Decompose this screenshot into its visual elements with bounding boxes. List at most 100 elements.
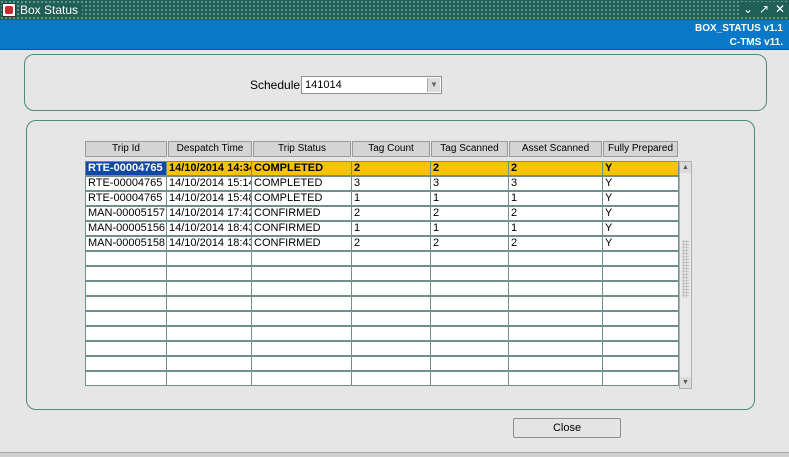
cell-fully-prepared[interactable]: Y: [602, 236, 679, 251]
maximize-icon[interactable]: ↗: [757, 2, 771, 17]
cell-fully-prepared[interactable]: [602, 281, 679, 296]
cell-asset-scanned[interactable]: 2: [508, 161, 603, 176]
column-header-trip-id[interactable]: Trip Id: [85, 141, 167, 157]
cell-trip-id[interactable]: [85, 266, 167, 281]
cell-trip-status[interactable]: [251, 311, 352, 326]
cell-tag-count[interactable]: 2: [351, 161, 431, 176]
cell-trip-status[interactable]: CONFIRMED: [251, 206, 352, 221]
cell-trip-id[interactable]: [85, 341, 167, 356]
column-header-tag-count[interactable]: Tag Count: [352, 141, 430, 157]
cell-fully-prepared[interactable]: [602, 356, 679, 371]
cell-tag-scanned[interactable]: [430, 296, 509, 311]
cell-tag-count[interactable]: 3: [351, 176, 431, 191]
cell-trip-status[interactable]: CONFIRMED: [251, 221, 352, 236]
cell-despatch-time[interactable]: [166, 266, 252, 281]
cell-despatch-time[interactable]: [166, 296, 252, 311]
minimize-icon[interactable]: ⌄: [741, 2, 755, 17]
cell-tag-count[interactable]: [351, 266, 431, 281]
cell-asset-scanned[interactable]: [508, 356, 603, 371]
cell-trip-status[interactable]: [251, 296, 352, 311]
cell-tag-count[interactable]: [351, 311, 431, 326]
cell-trip-status[interactable]: [251, 326, 352, 341]
cell-asset-scanned[interactable]: 1: [508, 191, 603, 206]
cell-asset-scanned[interactable]: 2: [508, 206, 603, 221]
cell-despatch-time[interactable]: 14/10/2014 17:42: [166, 206, 252, 221]
cell-tag-count[interactable]: [351, 356, 431, 371]
cell-trip-status[interactable]: [251, 371, 352, 386]
cell-fully-prepared[interactable]: Y: [602, 206, 679, 221]
cell-tag-count[interactable]: 2: [351, 236, 431, 251]
cell-asset-scanned[interactable]: [508, 296, 603, 311]
cell-trip-id[interactable]: RTE-00004765: [85, 161, 167, 176]
cell-fully-prepared[interactable]: Y: [602, 176, 679, 191]
cell-trip-id[interactable]: [85, 281, 167, 296]
cell-tag-count[interactable]: [351, 341, 431, 356]
cell-despatch-time[interactable]: [166, 281, 252, 296]
column-header-trip-status[interactable]: Trip Status: [253, 141, 351, 157]
cell-despatch-time[interactable]: 14/10/2014 18:43: [166, 236, 252, 251]
cell-asset-scanned[interactable]: [508, 251, 603, 266]
cell-fully-prepared[interactable]: [602, 296, 679, 311]
cell-trip-id[interactable]: RTE-00004765: [85, 176, 167, 191]
cell-tag-scanned[interactable]: 1: [430, 221, 509, 236]
cell-tag-scanned[interactable]: [430, 311, 509, 326]
cell-tag-count[interactable]: 1: [351, 191, 431, 206]
cell-trip-id[interactable]: RTE-00004765: [85, 191, 167, 206]
cell-trip-status[interactable]: COMPLETED: [251, 176, 352, 191]
cell-trip-status[interactable]: COMPLETED: [251, 191, 352, 206]
cell-despatch-time[interactable]: [166, 371, 252, 386]
cell-despatch-time[interactable]: [166, 341, 252, 356]
cell-asset-scanned[interactable]: 1: [508, 221, 603, 236]
cell-trip-status[interactable]: [251, 341, 352, 356]
cell-asset-scanned[interactable]: [508, 371, 603, 386]
cell-fully-prepared[interactable]: [602, 311, 679, 326]
cell-trip-id[interactable]: MAN-00005156: [85, 221, 167, 236]
cell-despatch-time[interactable]: 14/10/2014 15:14: [166, 176, 252, 191]
cell-tag-count[interactable]: 2: [351, 206, 431, 221]
cell-tag-scanned[interactable]: [430, 281, 509, 296]
cell-tag-count[interactable]: [351, 251, 431, 266]
cell-asset-scanned[interactable]: [508, 326, 603, 341]
cell-despatch-time[interactable]: 14/10/2014 14:34: [166, 161, 252, 176]
cell-tag-count[interactable]: 1: [351, 221, 431, 236]
cell-asset-scanned[interactable]: [508, 311, 603, 326]
cell-tag-scanned[interactable]: 2: [430, 236, 509, 251]
column-header-asset-scanned[interactable]: Asset Scanned: [509, 141, 602, 157]
cell-trip-id[interactable]: [85, 311, 167, 326]
cell-tag-scanned[interactable]: [430, 251, 509, 266]
cell-trip-status[interactable]: CONFIRMED: [251, 236, 352, 251]
cell-fully-prepared[interactable]: [602, 371, 679, 386]
scroll-down-icon[interactable]: ▼: [680, 377, 691, 388]
cell-fully-prepared[interactable]: [602, 266, 679, 281]
cell-trip-id[interactable]: MAN-00005157: [85, 206, 167, 221]
cell-despatch-time[interactable]: 14/10/2014 18:43: [166, 221, 252, 236]
cell-trip-id[interactable]: [85, 356, 167, 371]
cell-trip-status[interactable]: [251, 251, 352, 266]
cell-tag-scanned[interactable]: 2: [430, 161, 509, 176]
close-icon[interactable]: ✕: [773, 2, 787, 17]
cell-trip-id[interactable]: [85, 296, 167, 311]
cell-tag-count[interactable]: [351, 371, 431, 386]
cell-tag-count[interactable]: [351, 326, 431, 341]
close-button[interactable]: Close: [513, 418, 621, 438]
schedule-select[interactable]: 141014 ▼: [301, 76, 442, 94]
cell-tag-scanned[interactable]: [430, 266, 509, 281]
cell-despatch-time[interactable]: [166, 326, 252, 341]
cell-trip-status[interactable]: [251, 356, 352, 371]
cell-tag-count[interactable]: [351, 281, 431, 296]
cell-tag-scanned[interactable]: 3: [430, 176, 509, 191]
column-header-tag-scanned[interactable]: Tag Scanned: [431, 141, 508, 157]
cell-asset-scanned[interactable]: 3: [508, 176, 603, 191]
cell-trip-id[interactable]: [85, 326, 167, 341]
column-header-fully-prepared[interactable]: Fully Prepared: [603, 141, 678, 157]
cell-despatch-time[interactable]: [166, 356, 252, 371]
cell-fully-prepared[interactable]: [602, 341, 679, 356]
chevron-down-icon[interactable]: ▼: [427, 78, 440, 92]
cell-asset-scanned[interactable]: 2: [508, 236, 603, 251]
cell-tag-scanned[interactable]: [430, 371, 509, 386]
cell-tag-scanned[interactable]: [430, 341, 509, 356]
cell-asset-scanned[interactable]: [508, 266, 603, 281]
cell-tag-scanned[interactable]: 2: [430, 206, 509, 221]
cell-trip-id[interactable]: [85, 371, 167, 386]
cell-tag-scanned[interactable]: 1: [430, 191, 509, 206]
